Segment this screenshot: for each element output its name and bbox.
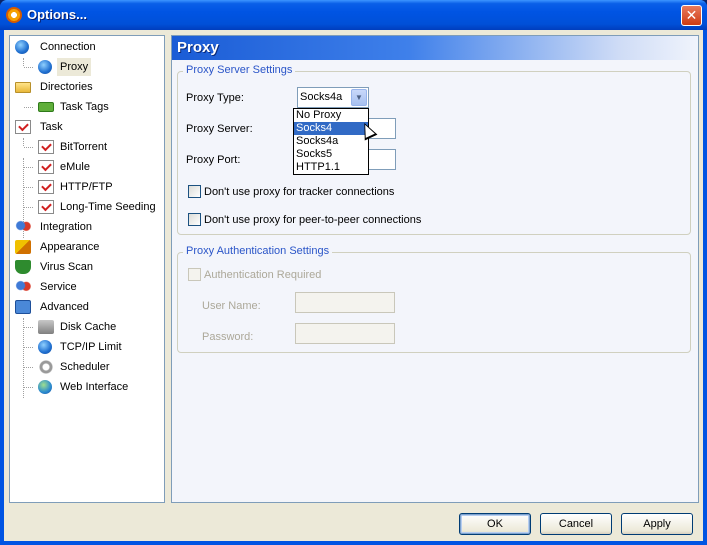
clock-icon [38, 360, 54, 374]
shield-icon [15, 260, 31, 274]
ok-button[interactable]: OK [459, 513, 531, 535]
proxy-server-settings-group: Proxy Server Settings Proxy Type: Socks4… [177, 64, 691, 235]
tree-item-label: HTTP/FTP [60, 181, 113, 193]
tree-connector [24, 347, 33, 348]
task-check-icon [15, 120, 31, 134]
tag-icon [38, 102, 54, 112]
window-title: Options... [27, 7, 87, 22]
tree-item-label: Integration [40, 221, 92, 233]
group-title: Proxy Authentication Settings [183, 245, 333, 257]
options-tree[interactable]: Connection Proxy Directories Task Tags T… [9, 35, 165, 503]
globe-network-icon [15, 40, 29, 54]
tree-item-label: Long-Time Seeding [60, 201, 156, 213]
tree-connector [23, 318, 24, 398]
cancel-button[interactable]: Cancel [540, 513, 612, 535]
username-label: User Name: [202, 300, 261, 312]
tree-item-label: Appearance [40, 241, 100, 253]
globe-network-icon [38, 340, 52, 354]
globe-computer-icon [38, 60, 52, 74]
proxy-type-dropdown[interactable]: Socks4a ▼ [297, 87, 369, 108]
close-button[interactable]: ✕ [681, 5, 702, 26]
disk-icon [38, 320, 54, 334]
tree-item-label: Task Tags [60, 101, 109, 113]
checkbox-box[interactable] [188, 185, 201, 198]
advanced-settings-icon [15, 300, 31, 314]
proxy-type-options-list[interactable]: No Proxy Socks4 Socks4a Socks5 HTTP1.1 [293, 108, 369, 175]
dropdown-option[interactable]: Socks5 [294, 148, 368, 161]
folder-icon [15, 82, 31, 93]
checkbox-label[interactable]: Authentication Required [204, 268, 321, 282]
checkbox-label[interactable]: Don't use proxy for peer-to-peer connect… [204, 213, 421, 227]
panel-header: Proxy [172, 36, 698, 60]
tree-connector [23, 58, 24, 66]
dropdown-option-highlighted[interactable]: Socks4 [294, 122, 368, 135]
dropdown-option[interactable]: Socks4a [294, 135, 368, 148]
tree-item-label: Disk Cache [60, 321, 117, 333]
group-title: Proxy Server Settings [183, 64, 296, 76]
proxy-type-value: Socks4a [300, 91, 343, 103]
password-input[interactable] [295, 323, 395, 344]
options-window: Options... ✕ Connection Proxy Directorie… [0, 0, 707, 545]
tree-item-label: BitTorrent [60, 141, 108, 153]
dropdown-option[interactable]: No Proxy [294, 109, 368, 122]
people-icon [15, 220, 31, 234]
tree-item-label: Service [40, 281, 77, 293]
task-check-icon [38, 140, 54, 154]
tree-connector [23, 138, 24, 146]
tree-connector [24, 147, 33, 148]
tree-connector [24, 207, 33, 208]
proxy-type-label: Proxy Type: [186, 92, 244, 104]
task-check-icon [38, 180, 54, 194]
tree-connector [24, 327, 33, 328]
tree-item-label: Connection [40, 41, 96, 53]
title-bar[interactable]: Options... ✕ [0, 0, 707, 30]
task-check-icon [38, 160, 54, 174]
tree-item-label: Virus Scan [40, 261, 93, 273]
task-check-icon [38, 200, 54, 214]
username-input[interactable] [295, 292, 395, 313]
checkbox-label[interactable]: Don't use proxy for tracker connections [204, 185, 394, 199]
proxy-auth-settings-group: Proxy Authentication Settings Authentica… [177, 245, 691, 353]
tree-connector [24, 367, 33, 368]
apply-button[interactable]: Apply [621, 513, 693, 535]
page-title: Proxy [177, 39, 219, 56]
tree-item-label: Web Interface [60, 381, 129, 393]
chevron-down-icon[interactable]: ▼ [351, 89, 367, 106]
tree-connector [24, 387, 33, 388]
tree-connector [24, 187, 33, 188]
tree-connector [24, 107, 33, 108]
tree-item-label: Task [40, 121, 63, 133]
password-label: Password: [202, 331, 254, 343]
people-icon [15, 280, 31, 294]
globe-icon [38, 380, 52, 394]
tree-item-label: eMule [60, 161, 90, 173]
tree-item-label: Scheduler [60, 361, 110, 373]
checkbox-box[interactable] [188, 213, 201, 226]
tree-item-label: Directories [40, 81, 93, 93]
tree-connector [24, 67, 33, 68]
dropdown-option[interactable]: HTTP1.1 [294, 161, 368, 174]
tree-item-label: Advanced [40, 301, 89, 313]
app-logo-icon [6, 7, 22, 23]
paintbrush-icon [15, 240, 31, 254]
checkbox-box[interactable] [188, 268, 201, 281]
dialog-body: Connection Proxy Directories Task Tags T… [4, 30, 703, 541]
proxy-port-label: Proxy Port: [186, 154, 241, 166]
settings-panel: Proxy Proxy Server Settings Proxy Type: … [171, 35, 699, 503]
tree-connector [24, 167, 33, 168]
proxy-server-label: Proxy Server: [186, 123, 253, 135]
tree-item-label: TCP/IP Limit [60, 341, 122, 353]
tree-item-label: Proxy [57, 58, 92, 76]
